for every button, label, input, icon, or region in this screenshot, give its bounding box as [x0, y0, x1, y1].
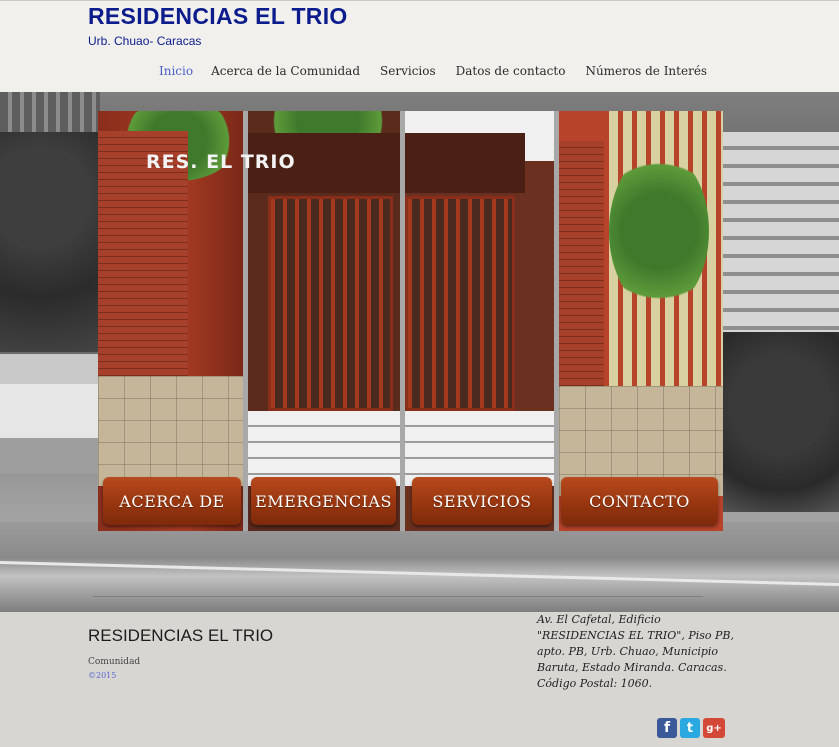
site-subtitle: Urb. Chuao- Caracas [88, 34, 202, 48]
entrance-steps [405, 411, 555, 486]
emergencias-button[interactable]: EMERGENCIAS [251, 477, 396, 525]
twitter-icon[interactable]: t [680, 718, 700, 738]
address-line: Baruta, Estado Miranda. Caracas. [537, 661, 727, 674]
photo-panel-4 [559, 111, 723, 531]
photo-panel-2 [248, 111, 401, 531]
site-header: RESIDENCIAS EL TRIO Urb. Chuao- Caracas … [0, 0, 839, 92]
hero-banner: RES. EL TRIO ACERCA DE EMERGENCIAS SERVI… [0, 92, 839, 612]
footer-address: Av. El Cafetal, Edificio "RESIDENCIAS EL… [537, 612, 737, 692]
background-trees-right [722, 332, 839, 512]
background-trees [0, 132, 100, 352]
servicios-button[interactable]: SERVICIOS [412, 477, 552, 525]
google-plus-icon[interactable]: g+ [703, 718, 725, 738]
nav-item-acerca[interactable]: Acerca de la Comunidad [211, 64, 360, 82]
address-line: "RESIDENCIAS EL TRIO", Piso PB, [537, 629, 734, 642]
footer-copyright[interactable]: ©2015 [88, 671, 116, 680]
entrance-steps [248, 411, 401, 486]
nav-item-numeros[interactable]: Números de Interés [585, 64, 707, 82]
photo-panel-1 [98, 111, 244, 531]
entrance-gate [268, 196, 393, 411]
nav-item-servicios[interactable]: Servicios [380, 64, 436, 82]
nav-item-contacto[interactable]: Datos de contacto [456, 64, 566, 82]
address-line: apto. PB, Urb. Chuao, Municipio [537, 645, 719, 658]
photo-panels: RES. EL TRIO [98, 111, 723, 531]
nav-item-inicio[interactable]: Inicio [159, 64, 193, 82]
entrance-sign [405, 133, 525, 193]
stone-base [98, 376, 244, 486]
brick-column [559, 141, 604, 386]
background-building-right [722, 132, 839, 352]
address-line: Av. El Cafetal, Edificio [537, 613, 661, 626]
contacto-button[interactable]: CONTACTO [561, 477, 718, 525]
main-nav: Inicio Acerca de la Comunidad Servicios … [159, 64, 707, 82]
address-line: Código Postal: 1060. [537, 677, 653, 690]
site-footer: RESIDENCIAS EL TRIO Comunidad ©2015 Av. … [0, 612, 839, 747]
footer-divider [93, 596, 703, 597]
site-title[interactable]: RESIDENCIAS EL TRIO [88, 3, 348, 30]
sign-text: RES. EL TRIO [146, 151, 296, 173]
photo-panel-3 [405, 111, 555, 531]
footer-community: Comunidad [88, 657, 141, 667]
palm-tree [609, 151, 709, 311]
facebook-icon[interactable]: f [657, 718, 677, 738]
entrance-gate [405, 196, 515, 411]
footer-title: RESIDENCIAS EL TRIO [88, 626, 274, 645]
acerca-de-button[interactable]: ACERCA DE [103, 477, 241, 525]
background-houses [0, 354, 100, 474]
